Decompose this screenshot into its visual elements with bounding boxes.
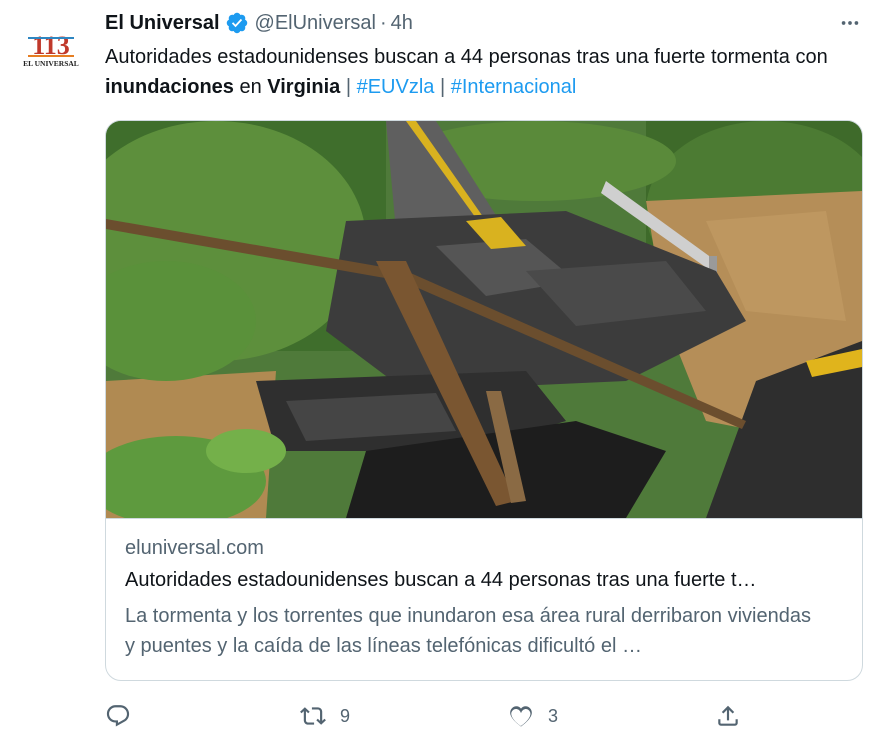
card-title: Autoridades estadounidenses buscan a 44 …	[125, 569, 757, 591]
tweet-text: Autoridades estadounidenses buscan a 44 …	[105, 42, 845, 102]
tweet-text-part: en	[233, 76, 268, 98]
flooded-collapsed-road-photo-icon	[106, 121, 862, 518]
tweet-bold-keyword: Virginia	[267, 76, 341, 98]
card-description: La tormenta y los torrentes que inundaro…	[125, 605, 811, 657]
header-separator: ·	[379, 11, 387, 34]
el-universal-logo-icon: 113 EL UNIVERSAL	[20, 22, 82, 84]
retweet-count: 9	[340, 705, 351, 726]
verified-badge-icon	[225, 11, 249, 35]
author-handle[interactable]: @ElUniversal	[255, 12, 376, 35]
tweet-actions: 9 3	[105, 698, 845, 734]
retweet-button[interactable]: 9	[300, 698, 350, 734]
retweet-icon	[300, 707, 326, 725]
text-separator: |	[434, 76, 451, 98]
tweet[interactable]: 113 EL UNIVERSAL El Universal @ElUnivers…	[0, 0, 879, 747]
text-separator: |	[340, 76, 357, 98]
avatar[interactable]: 113 EL UNIVERSAL	[20, 22, 82, 84]
card-domain: eluniversal.com	[125, 537, 264, 559]
card-body[interactable]: eluniversal.com Autoridades estadouniden…	[106, 518, 862, 680]
share-button[interactable]	[715, 698, 741, 734]
tweet-timestamp[interactable]: 4h	[391, 12, 413, 35]
reply-button[interactable]	[105, 698, 131, 734]
like-count: 3	[548, 705, 559, 726]
hashtag-link[interactable]: #EUVzla	[357, 76, 435, 98]
share-icon	[718, 705, 738, 726]
reply-icon	[106, 705, 130, 727]
like-button[interactable]: 3	[508, 698, 558, 734]
tweet-text-part: Autoridades estadounidenses buscan a 44 …	[105, 46, 828, 68]
tweet-bold-keyword: inundaciones	[105, 76, 234, 98]
more-dots-icon	[841, 21, 859, 25]
heart-icon	[510, 706, 532, 727]
more-options-button[interactable]	[834, 10, 866, 36]
link-preview-card[interactable]: eluniversal.com Autoridades estadouniden…	[105, 120, 863, 681]
hashtag-link[interactable]: #Internacional	[451, 76, 577, 98]
card-image[interactable]	[106, 121, 862, 518]
svg-text:EL UNIVERSAL: EL UNIVERSAL	[23, 59, 79, 68]
author-name[interactable]: El Universal	[105, 12, 220, 35]
tweet-header: El Universal @ElUniversal · 4h	[105, 10, 413, 36]
